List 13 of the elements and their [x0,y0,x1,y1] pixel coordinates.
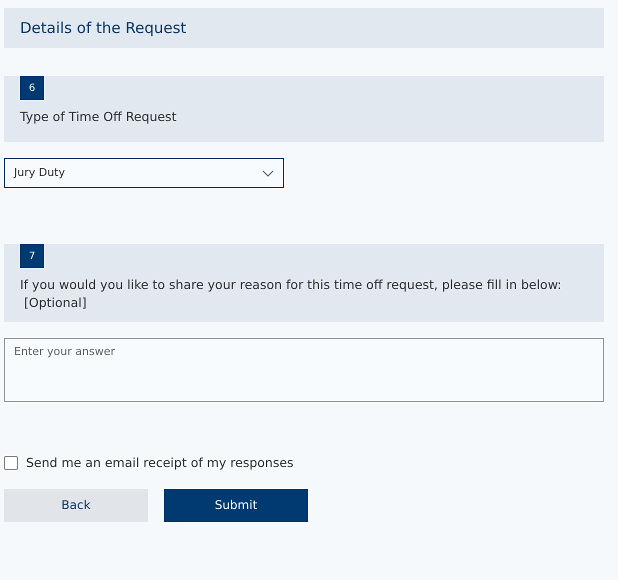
chevron-down-icon [262,170,274,176]
checkbox-label: Send me an email receipt of my responses [26,454,294,472]
section-title: Details of the Request [20,18,186,39]
submit-button[interactable]: Submit [164,488,308,522]
question-title: Type of Time Off Request [20,108,178,126]
question-title: If you would you like to share your reason for this time off request, please fill in below: [20,276,562,294]
question-number: 6 [20,76,44,100]
checkbox[interactable] [4,456,18,470]
optional-label: [Optional] [23,294,88,312]
answer-field[interactable]: Enter your answer [4,338,604,402]
question-number: 7 [20,244,44,268]
back-button[interactable]: Back [4,488,148,522]
dropdown[interactable]: Jury Duty [4,158,284,188]
